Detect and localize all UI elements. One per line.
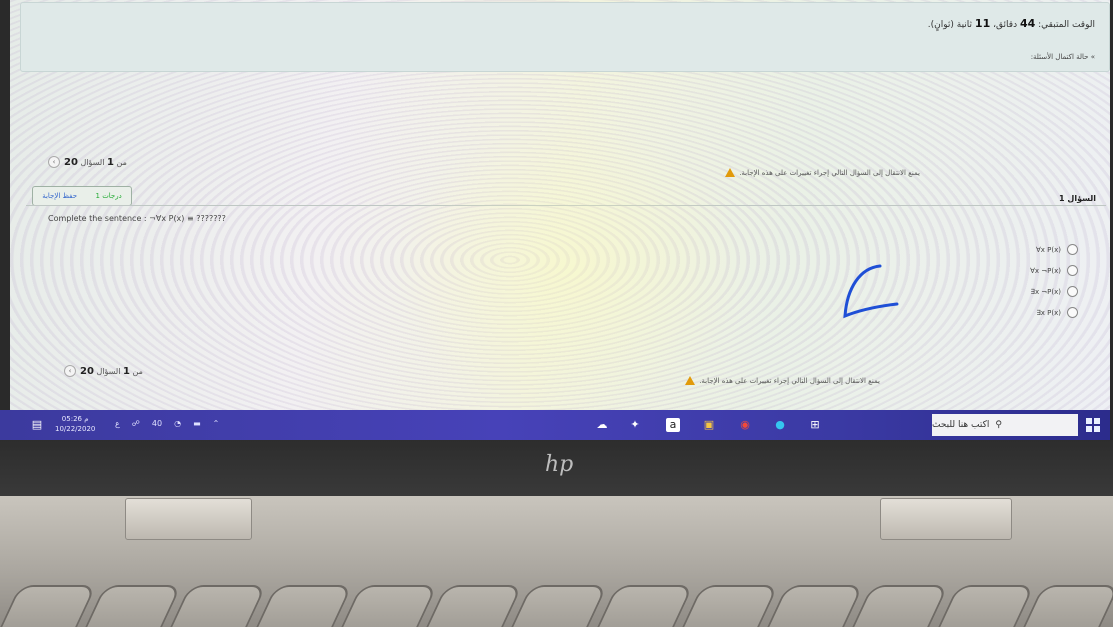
amazon-icon[interactable]: a [666, 418, 680, 432]
clock-time: 05:26 م [61, 415, 89, 423]
prev-arrow-icon[interactable]: ‹ [64, 365, 76, 377]
hinge-left [125, 498, 252, 540]
option-label: ∀x P(x) [1036, 245, 1061, 254]
answer-option[interactable]: ∀x P(x) [1030, 244, 1078, 255]
question-text: Complete the sentence : ¬∀x P(x) ≡ ?????… [48, 214, 226, 223]
answer-option[interactable]: ∃x ¬P(x) [1030, 286, 1078, 297]
divider [26, 205, 1106, 206]
timer-minutes-unit: دقائق، [993, 20, 1018, 30]
browser-screen: الوقت المتبقي: 44 دقائق، 11 ثانية (ثوانٍ… [10, 0, 1110, 410]
keyboard-key [170, 585, 268, 627]
keyboard-key [682, 585, 779, 627]
timer-minutes: 44 [1019, 17, 1036, 30]
chevron-up-icon[interactable]: ⌃ [213, 419, 220, 428]
windows-start-icon[interactable] [1086, 418, 1100, 432]
language-indicator[interactable]: ع [115, 419, 120, 428]
radio-button[interactable] [1067, 286, 1078, 297]
keyboard-key [852, 585, 950, 627]
warning-icon [725, 168, 736, 177]
timer-seconds-unit: ثانية (ثوانٍ). [927, 20, 973, 30]
timer-label: الوقت المتبقي: [1038, 20, 1095, 30]
keyboard-key [85, 585, 183, 627]
windows-taskbar: ▤ 05:26 م 10/22/2020 ع ☍ 40 ◔ ▬ ⌃ ☁ ✦ a … [0, 410, 1110, 440]
store-icon[interactable]: ▣ [702, 418, 716, 432]
taskbar-clock[interactable]: 05:26 م 10/22/2020 [55, 414, 95, 434]
task-view-icon[interactable]: ⊞ [808, 418, 822, 432]
keyboard-key [341, 585, 438, 627]
points-label: 1 درجات [95, 192, 122, 200]
question-nav-bottom: ‹ 20 من 1 السؤال [64, 365, 143, 377]
timer-seconds: 11 [974, 17, 991, 30]
keyboard-row [0, 585, 1113, 627]
option-label: ∀x ¬P(x) [1030, 266, 1061, 275]
edge-icon[interactable]: ● [773, 418, 787, 432]
keyboard-key [511, 585, 609, 627]
warning-text-bottom: يمنع الانتقال إلى السؤال التالي إجراء تغ… [699, 376, 880, 385]
question-nav-top: ‹ 20 من 1 السؤال [48, 156, 127, 168]
quiz-timer-panel: الوقت المتبقي: 44 دقائق، 11 ثانية (ثوانٍ… [20, 2, 1110, 72]
photo-frame: الوقت المتبقي: 44 دقائق، 11 ثانية (ثوانٍ… [0, 0, 1113, 627]
search-icon: ⚲ [995, 420, 1002, 430]
question-status-link[interactable]: » حالة اكتمال الأسئلة: [1031, 53, 1095, 61]
action-center-icon[interactable]: ▤ [30, 418, 44, 432]
keyboard-key [426, 585, 524, 627]
warning-top: يمنع الانتقال إلى السؤال التالي إجراء تغ… [725, 168, 920, 177]
wifi-icon[interactable]: ◔ [174, 419, 181, 428]
hp-logo: hp [545, 452, 574, 477]
radio-button[interactable] [1067, 244, 1078, 255]
prev-arrow-icon[interactable]: ‹ [48, 156, 60, 168]
screen-glare [390, 120, 750, 410]
answer-option[interactable]: ∀x ¬P(x) [1030, 265, 1078, 276]
answer-options: ∀x P(x) ∀x ¬P(x) ∃x ¬P(x) ∃x P(x) [1030, 244, 1078, 318]
volume-level[interactable]: 40 [152, 419, 162, 428]
weather-icon[interactable]: ☁ [595, 418, 609, 432]
save-answer-link[interactable]: حفظ الإجابة [42, 192, 77, 200]
question-info-box: حفظ الإجابة 1 درجات [32, 186, 132, 206]
clock-date: 10/22/2020 [55, 425, 96, 433]
option-label: ∃x ¬P(x) [1030, 287, 1061, 296]
network-icon[interactable]: ☍ [132, 419, 140, 428]
warning-icon [685, 376, 696, 385]
handwritten-mark [843, 264, 899, 319]
answer-option[interactable]: ∃x P(x) [1030, 307, 1078, 318]
question-label: السؤال 1 [1059, 194, 1096, 203]
battery-icon[interactable]: ▬ [193, 419, 201, 428]
keyboard-key [0, 585, 98, 627]
timer-text: الوقت المتبقي: 44 دقائق، 11 ثانية (ثوانٍ… [928, 17, 1095, 30]
nav-counter-bottom: 20 من 1 السؤال [80, 365, 143, 377]
warning-text-top: يمنع الانتقال إلى السؤال التالي إجراء تغ… [739, 168, 920, 177]
warning-bottom: يمنع الانتقال إلى السؤال التالي إجراء تغ… [685, 376, 880, 385]
keyboard-key [255, 585, 353, 627]
dropbox-icon[interactable]: ✦ [628, 418, 642, 432]
system-tray: ع ☍ 40 ◔ ▬ ⌃ [115, 419, 219, 428]
keyboard-key [1023, 585, 1113, 627]
option-label: ∃x P(x) [1036, 308, 1061, 317]
search-placeholder: اكتب هنا للبحث [932, 420, 990, 430]
keyboard-key [596, 585, 694, 627]
keyboard-key [937, 585, 1035, 627]
keyboard-key [767, 585, 865, 627]
taskbar-search[interactable]: ⚲ اكتب هنا للبحث [932, 414, 1078, 436]
hinge-right [880, 498, 1012, 540]
radio-button[interactable] [1067, 265, 1078, 276]
radio-button[interactable] [1067, 307, 1078, 318]
nav-counter-top: 20 من 1 السؤال [64, 156, 127, 168]
chrome-icon[interactable]: ◉ [738, 418, 752, 432]
